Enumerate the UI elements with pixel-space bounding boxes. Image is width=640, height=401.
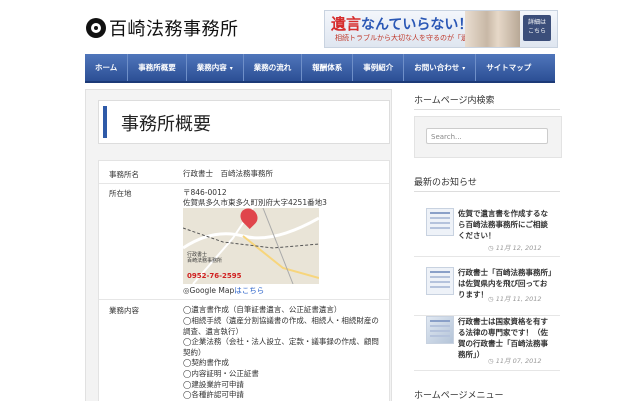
- nav-label: 業務の流れ: [253, 63, 292, 72]
- nav-item-cases[interactable]: 事例紹介: [353, 54, 405, 81]
- news-thumbnail: [426, 267, 454, 295]
- service-item: ◯各種許認可申請: [183, 390, 244, 399]
- nav-item-flow[interactable]: 業務の流れ: [244, 54, 303, 81]
- office-name-label: 事務所名: [109, 170, 139, 179]
- sidebar: ホームページ内検索 Search... 最新のお知らせ 佐賀で遺言書を作成するな…: [414, 0, 562, 401]
- location-map[interactable]: 行政書士 百崎法務事務所 0952-76-2595: [183, 208, 319, 284]
- nav-label: 業務内容: [196, 63, 227, 72]
- nav-item-about[interactable]: 事務所概要: [128, 54, 187, 81]
- news-date: 11月 12, 2012: [488, 242, 542, 252]
- service-item: ◯遺言書作成（自筆証書遺言、公正証書遺言）: [183, 305, 342, 314]
- news-date: 11月 11, 2012: [488, 293, 542, 303]
- address-value: 佐賀県多久市東多久町別府大字4251番地3: [183, 198, 327, 207]
- nav-label: 事務所概要: [138, 63, 176, 72]
- google-map-prefix: ◎Google Map: [183, 286, 235, 295]
- map-phone-number: 0952-76-2595: [187, 272, 242, 280]
- news-title[interactable]: 行政書士は国家資格を有する法律の専門家です！（佐賀の行政書士「百崎法務事務所」）: [458, 316, 554, 360]
- nav-item-home[interactable]: ホーム: [85, 54, 129, 81]
- news-item[interactable]: 行政書士は国家資格を有する法律の専門家です！（佐賀の行政書士「百崎法務事務所」）…: [414, 306, 560, 371]
- title-accent-bar: [103, 106, 107, 138]
- nav-item-fees[interactable]: 報酬体系: [302, 54, 354, 81]
- search-input[interactable]: Search...: [426, 128, 548, 144]
- site-logo[interactable]: 百崎法務事務所: [86, 15, 239, 41]
- page-title-box: 事務所概要: [98, 100, 390, 144]
- services-label: 業務内容: [109, 306, 139, 315]
- service-item: ◯企業法務（会社・法人設立、定款・議事録の作成、顧問契約）: [183, 337, 379, 357]
- address-label: 所在地: [109, 189, 132, 198]
- nav-label: ホーム: [95, 63, 118, 72]
- page-title: 事務所概要: [121, 114, 211, 135]
- heading-underline: [414, 191, 560, 192]
- office-info-table: 事務所名 行政書士 百崎法務事務所 所在地 〒846-0012 佐賀県多久市東多…: [98, 160, 390, 401]
- heading-underline: [414, 109, 560, 110]
- nav-label: 事例紹介: [363, 63, 394, 72]
- google-map-line: ◎Google Mapはこちら: [183, 285, 264, 296]
- search-heading: ホームページ内検索: [414, 96, 495, 106]
- banner-headline-red: 遺言: [331, 15, 362, 33]
- google-map-link[interactable]: はこちら: [234, 286, 264, 295]
- row-divider: [99, 183, 389, 184]
- news-date: 11月 07, 2012: [488, 355, 542, 365]
- news-title[interactable]: 佐賀で遺言書を作成するなら百崎法務事務所にご相談ください！: [458, 208, 554, 241]
- map-office-caption: 行政書士 百崎法務事務所: [187, 252, 223, 264]
- site-title: 百崎法務事務所: [109, 19, 239, 40]
- nav-item-services[interactable]: 業務内容 ▾: [187, 54, 244, 81]
- service-item: ◯内容証明・公正証書: [183, 369, 259, 378]
- news-thumbnail: [426, 316, 454, 344]
- menu-heading: ホームページメニュー: [414, 391, 504, 401]
- service-item: ◯建設業許可申請: [183, 380, 244, 389]
- office-name-value: 行政書士 百崎法務事務所: [183, 169, 273, 178]
- service-item: ◯契約書作成: [183, 358, 229, 367]
- news-thumbnail: [426, 208, 454, 236]
- chevron-down-icon: ▾: [229, 65, 233, 72]
- row-divider: [99, 299, 389, 300]
- news-item[interactable]: 佐賀で遺言書を作成するなら百崎法務事務所にご相談ください！ 11月 12, 20…: [414, 198, 560, 257]
- logo-emblem-icon: [86, 18, 106, 38]
- service-item: ◯相続手続（遺産分割協議書の作成、相続人・相続財産の調査、遺言執行）: [183, 316, 379, 336]
- news-heading: 最新のお知らせ: [414, 178, 477, 188]
- nav-label: 報酬体系: [312, 63, 343, 72]
- postal-code: 〒846-0012: [183, 188, 227, 197]
